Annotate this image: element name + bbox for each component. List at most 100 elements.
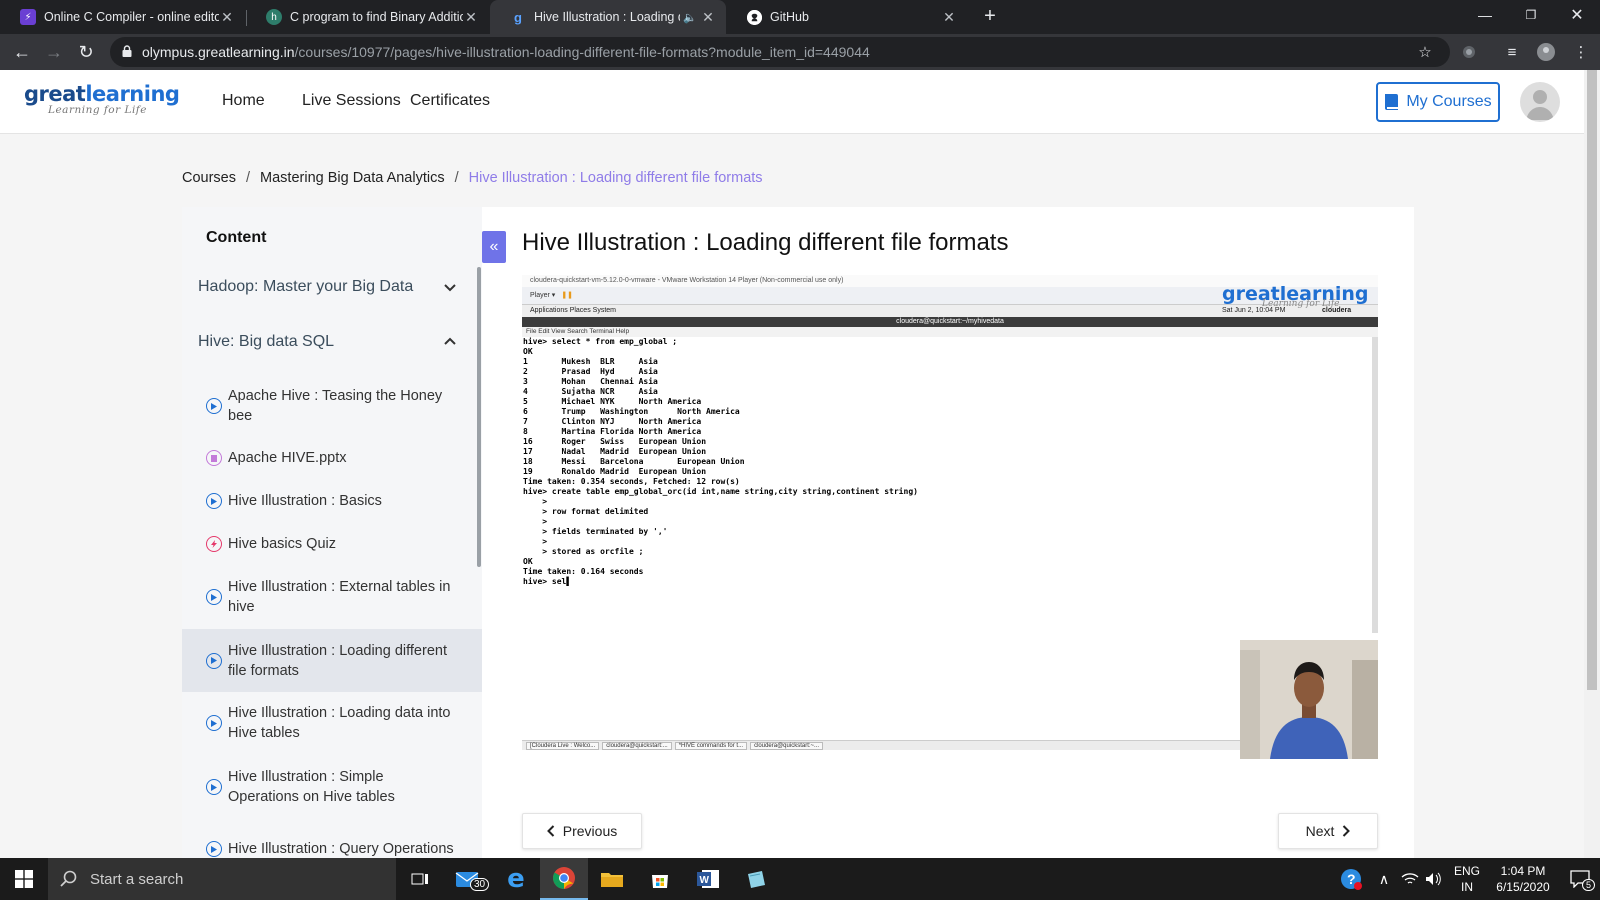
lesson-item[interactable]: Hive Illustration : Simple Operations on… [182, 765, 482, 809]
next-button[interactable]: Next [1278, 813, 1378, 849]
clock-time: 1:04 PM [1500, 864, 1546, 878]
lesson-label: Apache Hive : Teasing the Honey bee [228, 388, 443, 424]
terminal-line: hive> create table emp_global_orc(id int… [523, 487, 918, 496]
close-tab-icon[interactable]: ✕ [700, 9, 716, 26]
lesson-label: Apache HIVE.pptx [228, 450, 347, 466]
media-control-icon[interactable]: ≡ [1503, 43, 1521, 61]
vm-task: cloudera@quickstart:... [602, 741, 672, 750]
greatlearning-icon: g [514, 9, 522, 25]
task-view-icon[interactable] [396, 858, 444, 900]
store-icon[interactable] [636, 858, 684, 900]
url-host: olympus.greatlearning.in [142, 44, 295, 60]
reload-icon[interactable]: ↻ [74, 40, 98, 64]
lesson-label: Hive Illustration : Basics [228, 493, 382, 509]
wifi-icon[interactable] [1398, 858, 1422, 900]
module-hadoop[interactable]: Hadoop: Master your Big Data [182, 259, 482, 315]
page-scrollbar[interactable] [1584, 70, 1600, 858]
menu-icon[interactable]: ⋮ [1572, 43, 1590, 61]
terminal-line: 6 Trump Washington North America [523, 407, 740, 416]
nav-live-sessions[interactable]: Live Sessions [302, 92, 401, 110]
search-icon [60, 870, 77, 887]
forward-icon[interactable]: → [42, 40, 66, 64]
tray-chevron-up-icon[interactable]: ∧ [1372, 858, 1396, 900]
terminal-line: 4 Sujatha NCR Asia [523, 387, 658, 396]
browser-tab[interactable]: ⚡ Online C Compiler - online editor ✕ [0, 0, 245, 34]
browser-toolbar: ← → ↻ olympus.greatlearning.in/courses/1… [0, 34, 1600, 70]
star-icon[interactable]: ☆ [1416, 43, 1434, 61]
terminal-output: hive> select * from emp_global ; OK 1 Muke… [522, 337, 1374, 635]
lesson-label: Hive Illustration : External tables in h… [228, 579, 451, 615]
profile-icon[interactable] [1537, 43, 1555, 61]
greatlearning-logo[interactable]: greatlearning Learning for Life [24, 82, 180, 116]
breadcrumb-courses[interactable]: Courses [182, 170, 236, 186]
close-tab-icon[interactable]: ✕ [941, 9, 957, 26]
breadcrumb-course[interactable]: Mastering Big Data Analytics [260, 170, 445, 186]
my-courses-button[interactable]: My Courses [1376, 82, 1500, 122]
browser-tab-active[interactable]: g Hive Illustration : Loading dif 🔈 ✕ [490, 0, 726, 34]
terminal-line: 7 Clinton NYJ North America [523, 417, 702, 426]
terminal-line: > [523, 537, 548, 546]
lesson-content: Hive Illustration : Loading different fi… [482, 207, 1414, 860]
language-code: ENG [1453, 864, 1480, 878]
module-label: Hive: Big data SQL [198, 333, 335, 350]
restore-icon[interactable]: ❐ [1508, 0, 1554, 30]
notification-center-icon[interactable]: 5 [1560, 858, 1600, 900]
breadcrumb-separator: / [454, 170, 459, 186]
windows-logo-icon [15, 870, 33, 888]
scrollbar-thumb[interactable] [1587, 70, 1597, 690]
site-header: greatlearning Learning for Life Home Liv… [0, 70, 1584, 134]
lesson-item[interactable]: Hive Illustration : Loading data into Hi… [182, 701, 482, 745]
lesson-item[interactable]: Hive basics Quiz [182, 533, 482, 555]
lock-icon [122, 45, 132, 57]
avatar[interactable] [1520, 82, 1560, 122]
word-icon[interactable]: W [684, 858, 732, 900]
mail-icon[interactable]: 30 [444, 858, 492, 900]
lesson-item[interactable]: Hive Illustration : Query Operations [182, 827, 482, 860]
extension-icon[interactable] [1460, 43, 1478, 61]
windows-start-button[interactable] [0, 858, 48, 900]
lesson-item[interactable]: Hive Illustration : Basics [182, 490, 482, 512]
module-hive[interactable]: Hive: Big data SQL [182, 314, 482, 370]
volume-icon[interactable] [1422, 858, 1446, 900]
browser-tab[interactable]: GitHub ✕ [727, 0, 967, 34]
nav-certificates[interactable]: Certificates [410, 92, 490, 110]
nav-home[interactable]: Home [222, 92, 265, 110]
lesson-item-active[interactable]: Hive Illustration : Loading different fi… [182, 629, 482, 692]
play-icon [206, 841, 222, 857]
url-text: olympus.greatlearning.in/courses/10977/p… [142, 44, 870, 60]
file-explorer-icon[interactable] [588, 858, 636, 900]
vm-taskbar: [Cloudera Live : Welco... cloudera@quick… [522, 740, 1240, 750]
terminal-line: OK [523, 557, 533, 566]
video-player[interactable]: cloudera-quickstart-vm-5.12.0-0-vmware -… [522, 275, 1378, 759]
lesson-item[interactable]: Hive Illustration : External tables in h… [182, 575, 482, 619]
edge-icon[interactable]: e [492, 858, 540, 900]
breadcrumb-separator: / [246, 170, 251, 186]
back-icon[interactable]: ← [10, 40, 34, 64]
terminal-line: hive> sel▌ [523, 577, 572, 586]
browser-tab[interactable]: h C program to find Binary Additio ✕ [246, 0, 489, 34]
language-indicator[interactable]: ENG IN [1450, 863, 1484, 895]
minimize-icon[interactable]: — [1462, 0, 1508, 30]
vm-task: cloudera@quickstart:~... [750, 741, 824, 750]
speaker-icon[interactable]: 🔈 [680, 11, 700, 24]
help-icon[interactable]: ? [1336, 858, 1366, 900]
new-tab-icon[interactable]: + [978, 5, 1002, 29]
taskbar-search[interactable]: Start a search [48, 858, 396, 900]
play-icon [206, 493, 222, 509]
window-close-icon[interactable]: ✕ [1554, 0, 1600, 30]
play-icon [206, 589, 222, 605]
lesson-label: Hive Illustration : Loading different fi… [228, 642, 447, 679]
chrome-icon[interactable] [540, 858, 588, 900]
vm-apps-menu: Applications Places System [530, 307, 616, 314]
address-bar[interactable]: olympus.greatlearning.in/courses/10977/p… [110, 37, 1450, 67]
previous-button[interactable]: Previous [522, 813, 642, 849]
terminal-line: 1 Mukesh BLR Asia [523, 357, 658, 366]
notes-app-icon[interactable] [732, 858, 780, 900]
close-tab-icon[interactable]: ✕ [463, 9, 479, 26]
close-tab-icon[interactable]: ✕ [219, 9, 235, 26]
sidebar-scrollbar[interactable] [477, 267, 481, 567]
module-label: Hadoop: Master your Big Data [198, 278, 414, 295]
lesson-item[interactable]: Apache Hive : Teasing the Honey bee [182, 384, 482, 428]
lesson-item[interactable]: Apache HIVE.pptx [182, 447, 482, 469]
taskbar-clock[interactable]: 1:04 PM 6/15/2020 [1488, 863, 1558, 895]
